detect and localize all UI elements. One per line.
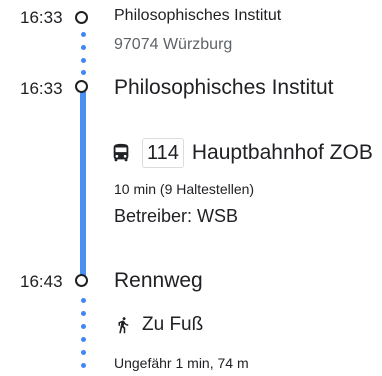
walk-detail: Ungefähr 1 min, 74 m [114,355,249,371]
walk-dot [81,324,86,329]
alight-time: 16:43 [20,272,63,291]
walk-row[interactable]: Zu Fuß [114,314,203,336]
origin-stop-name[interactable]: Philosophisches Institut [114,7,281,25]
line-destination: Hauptbahnhof ZOB [191,141,373,164]
walk-dot [81,298,86,303]
walk-dot [81,350,86,355]
walk-dot [81,337,86,342]
board-stop-marker [75,80,88,93]
walk-dot [81,363,86,368]
line-number-badge: 114 [142,138,184,168]
walk-dot [81,58,86,63]
origin-stop-marker [75,11,88,24]
alight-stop-marker [75,274,88,287]
transit-line-row[interactable]: 114 Hauptbahnhof ZOB [110,138,373,168]
ride-duration: 10 min (9 Haltestellen) [114,181,255,197]
origin-address: 97074 Würzburg [114,36,233,53]
walk-dot [81,70,86,75]
transit-route-panel: 16:33 Philosophisches Institut 97074 Wür… [0,0,382,376]
alight-stop-name[interactable]: Rennweg [114,269,203,293]
operator-label: Betreiber: WSB [114,206,239,226]
walking-person-icon [118,317,129,334]
walk-dot [81,32,86,37]
walk-dot [81,45,86,50]
transit-line-bar [80,89,86,279]
walk-label: Zu Fuß [142,314,204,335]
walk-dot [81,311,86,316]
bus-icon [113,143,129,162]
board-stop-name[interactable]: Philosophisches Institut [114,76,333,100]
origin-time: 16:33 [20,8,63,27]
board-time: 16:33 [20,79,63,98]
